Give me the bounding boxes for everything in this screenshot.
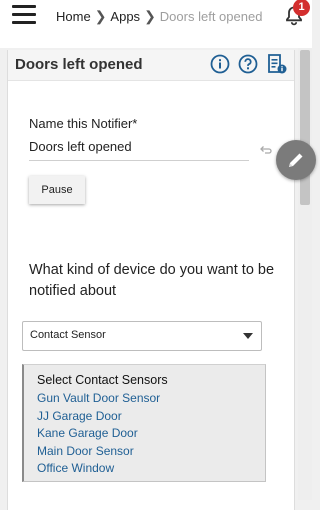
- edit-button[interactable]: [276, 140, 316, 180]
- list-item[interactable]: Kane Garage Door: [37, 425, 160, 443]
- sensor-list: Gun Vault Door Sensor JJ Garage Door Kan…: [37, 390, 160, 478]
- top-bar: Home ❯ Apps ❯ Doors left opened 1: [0, 0, 312, 48]
- undo-icon[interactable]: [260, 145, 272, 155]
- caret-down-icon: [243, 333, 253, 339]
- notification-badge: 1: [293, 0, 310, 16]
- device-type-select[interactable]: Contact Sensor: [22, 321, 262, 351]
- notifier-name-label: Name this Notifier*: [29, 116, 138, 131]
- help-icon[interactable]: [238, 54, 258, 74]
- device-kind-question: What kind of device do you want to be no…: [29, 262, 275, 299]
- breadcrumb-current: Doors left opened: [159, 9, 263, 24]
- app-info-document-icon[interactable]: [266, 53, 288, 75]
- chevron-right-icon: ❯: [94, 8, 107, 24]
- breadcrumb-home[interactable]: Home: [56, 9, 91, 24]
- pause-button[interactable]: Pause: [29, 176, 85, 204]
- page-title: Doors left opened: [15, 56, 143, 73]
- menu-icon[interactable]: [12, 5, 36, 25]
- breadcrumb: Home ❯ Apps ❯ Doors left opened: [56, 8, 262, 25]
- list-item[interactable]: JJ Garage Door: [37, 408, 160, 426]
- contact-sensors-selector[interactable]: Select Contact Sensors Gun Vault Door Se…: [22, 364, 266, 482]
- list-item[interactable]: Gun Vault Door Sensor: [37, 390, 160, 408]
- info-icon[interactable]: [210, 54, 230, 74]
- app-title-bar: Doors left opened: [8, 50, 294, 81]
- breadcrumb-apps[interactable]: Apps: [110, 9, 140, 24]
- sensor-list-title: Select Contact Sensors: [37, 373, 168, 387]
- list-item[interactable]: Main Door Sensor: [37, 443, 160, 461]
- app-panel: Doors left opened Name this Notifier* Do…: [7, 50, 295, 510]
- pencil-icon: [289, 153, 303, 167]
- scrollbar-thumb[interactable]: [300, 50, 310, 205]
- chevron-right-icon: ❯: [144, 8, 156, 24]
- device-type-selected: Contact Sensor: [30, 329, 106, 341]
- notifier-name-input[interactable]: Doors left opened: [29, 138, 249, 161]
- list-item[interactable]: Office Window: [37, 460, 160, 478]
